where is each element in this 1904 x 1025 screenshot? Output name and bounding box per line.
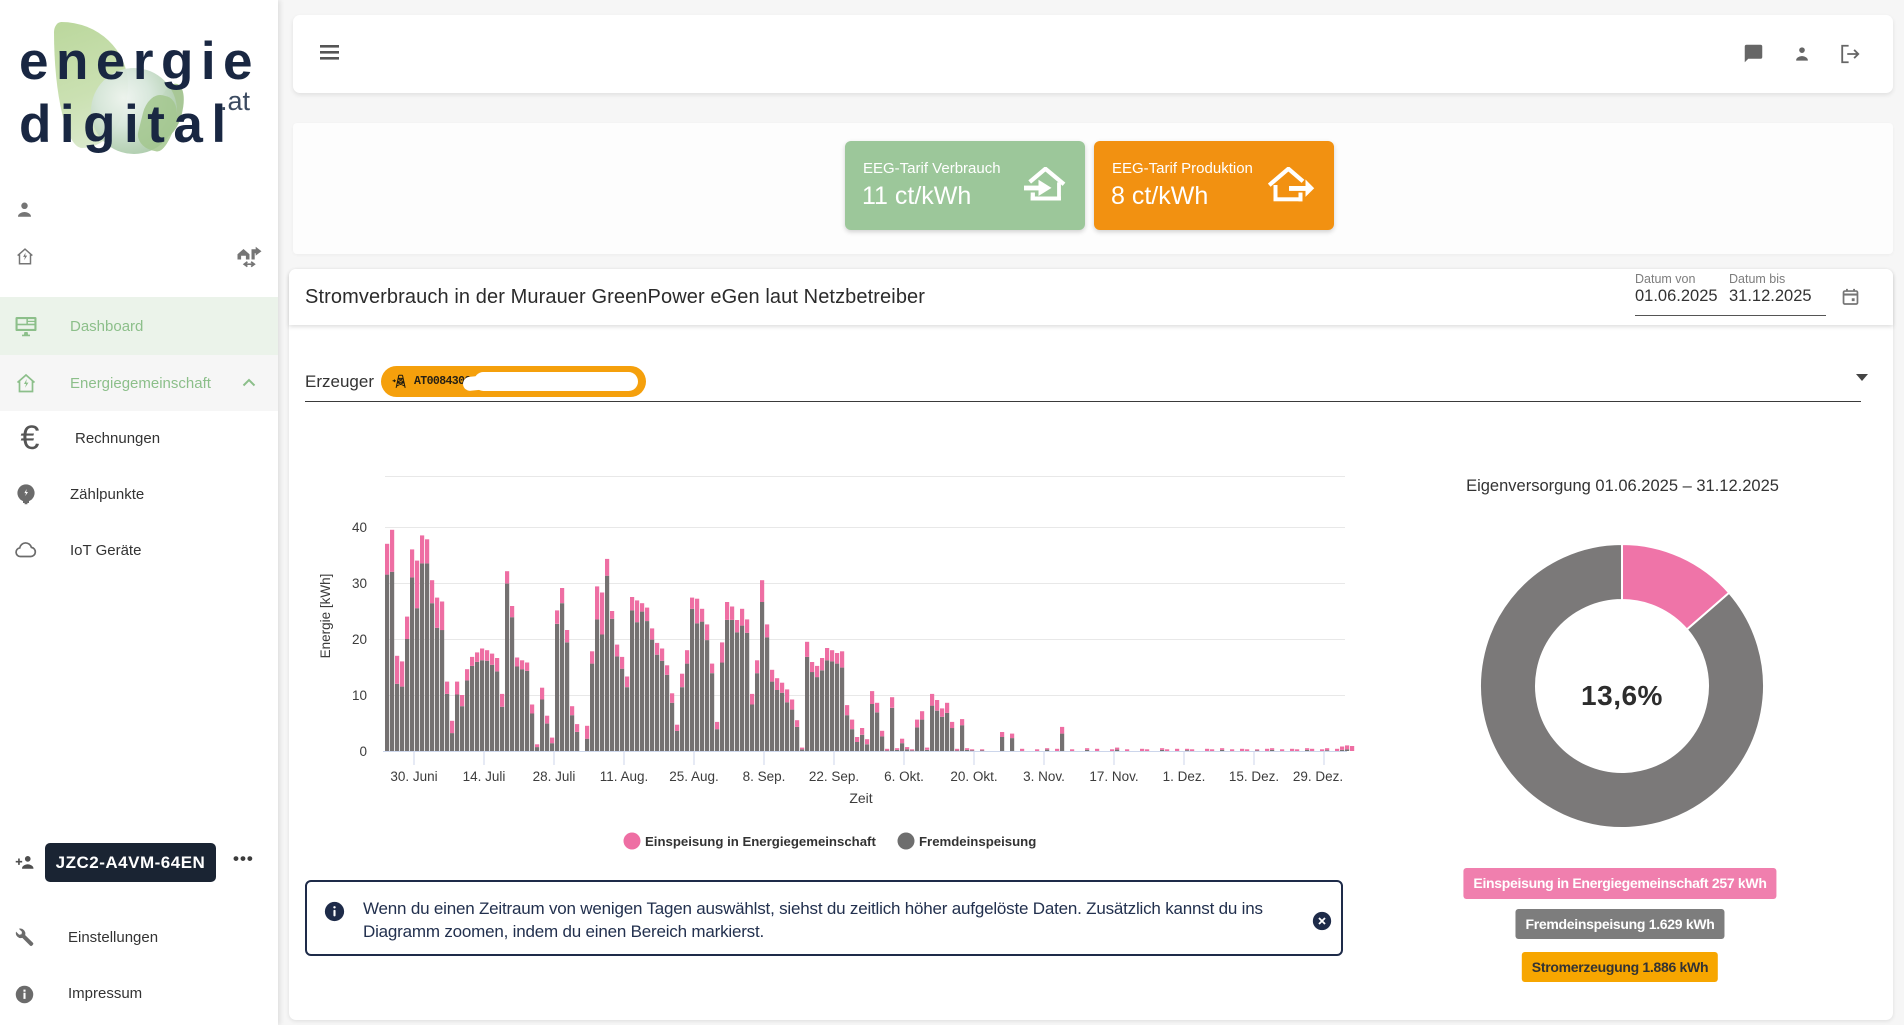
svg-text:11. Aug.: 11. Aug. xyxy=(600,769,649,784)
svg-text:30. Juni: 30. Juni xyxy=(390,769,437,784)
svg-text:22. Sep.: 22. Sep. xyxy=(809,769,859,784)
svg-text:10: 10 xyxy=(352,688,367,703)
svg-text:1. Dez.: 1. Dez. xyxy=(1163,769,1206,784)
svg-text:15. Dez.: 15. Dez. xyxy=(1229,769,1279,784)
svg-text:20: 20 xyxy=(352,632,367,647)
svg-text:40: 40 xyxy=(352,520,367,535)
svg-text:Energie [kWh]: Energie [kWh] xyxy=(320,574,333,659)
svg-text:0: 0 xyxy=(359,744,367,759)
svg-text:25. Aug.: 25. Aug. xyxy=(669,769,719,784)
svg-text:Einspeisung in Energiegemeinsc: Einspeisung in Energiegemeinschaft xyxy=(645,834,876,849)
svg-text:28. Juli: 28. Juli xyxy=(533,769,576,784)
svg-text:3. Nov.: 3. Nov. xyxy=(1023,769,1065,784)
svg-text:17. Nov.: 17. Nov. xyxy=(1089,769,1138,784)
svg-text:14. Juli: 14. Juli xyxy=(463,769,506,784)
svg-text:30: 30 xyxy=(352,576,367,591)
svg-text:29. Dez.: 29. Dez. xyxy=(1293,769,1343,784)
svg-text:Zeit: Zeit xyxy=(849,790,872,806)
svg-text:6. Okt.: 6. Okt. xyxy=(884,769,924,784)
svg-text:8. Sep.: 8. Sep. xyxy=(743,769,786,784)
svg-text:Fremdeinspeisung: Fremdeinspeisung xyxy=(919,834,1036,849)
svg-text:20. Okt.: 20. Okt. xyxy=(950,769,997,784)
